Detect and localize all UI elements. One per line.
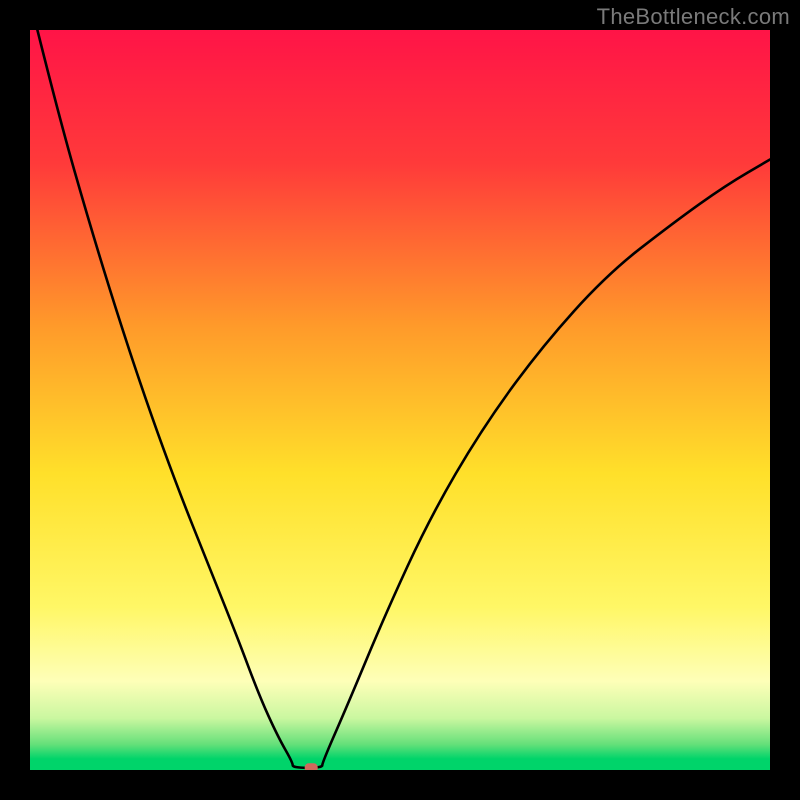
chart-frame: TheBottleneck.com [0, 0, 800, 800]
plot-background [30, 30, 770, 770]
optimum-marker-dot [305, 763, 318, 770]
optimum-marker [305, 763, 318, 770]
watermark-label: TheBottleneck.com [597, 4, 790, 30]
bottleneck-chart [30, 30, 770, 770]
